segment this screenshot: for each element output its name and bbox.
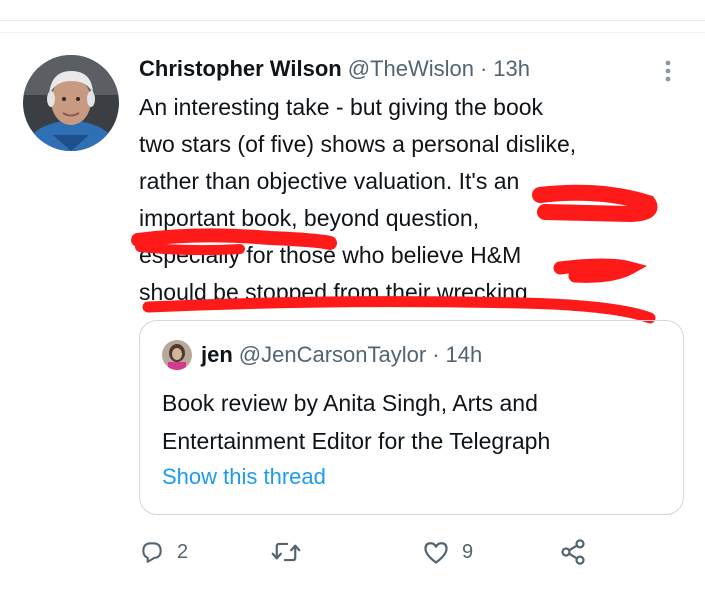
tweet-header: Christopher Wilson @TheWislon · 13h [139, 56, 530, 88]
reply-icon [142, 542, 162, 563]
quoted-separator: · [432, 342, 440, 367]
top-strip [0, 0, 705, 20]
quoted-header: jen @JenCarsonTaylor · 14h [162, 340, 482, 370]
retweet-icon [271, 542, 301, 562]
like-icon [424, 542, 448, 564]
quoted-handle: @JenCarsonTaylor [238, 342, 427, 367]
tweet-actions: 2 9 [139, 534, 639, 570]
reply-button[interactable]: 2 [139, 534, 188, 570]
retweet-button[interactable] [271, 534, 313, 570]
tweet-timestamp[interactable]: 13h [493, 56, 530, 82]
tweet-text: An interesting take - but giving the boo… [139, 94, 577, 305]
share-icon [561, 539, 585, 565]
quoted-timestamp: 14h [445, 342, 483, 367]
share-button[interactable] [559, 534, 587, 570]
like-count: 9 [462, 540, 474, 563]
more-vertical-icon[interactable] [657, 58, 679, 84]
author-handle[interactable]: @TheWislon [348, 56, 474, 82]
reply-count: 2 [177, 540, 189, 563]
tweet-divider [0, 32, 705, 33]
quoted-name: jen [201, 342, 233, 367]
quoted-avatar [162, 340, 192, 370]
header-separator: · [479, 56, 488, 81]
author-name[interactable]: Christopher Wilson [139, 56, 342, 82]
like-button[interactable]: 9 [422, 534, 473, 570]
show-thread-link[interactable]: Show this thread [162, 464, 326, 490]
quoted-tweet[interactable]: jen @JenCarsonTaylor · 14h Book review b… [139, 320, 684, 515]
author-avatar[interactable] [23, 55, 119, 151]
author-avatar-image [23, 55, 119, 151]
quoted-text: Book review by Anita Singh, Arts and Ent… [162, 390, 551, 454]
top-divider [0, 20, 705, 21]
